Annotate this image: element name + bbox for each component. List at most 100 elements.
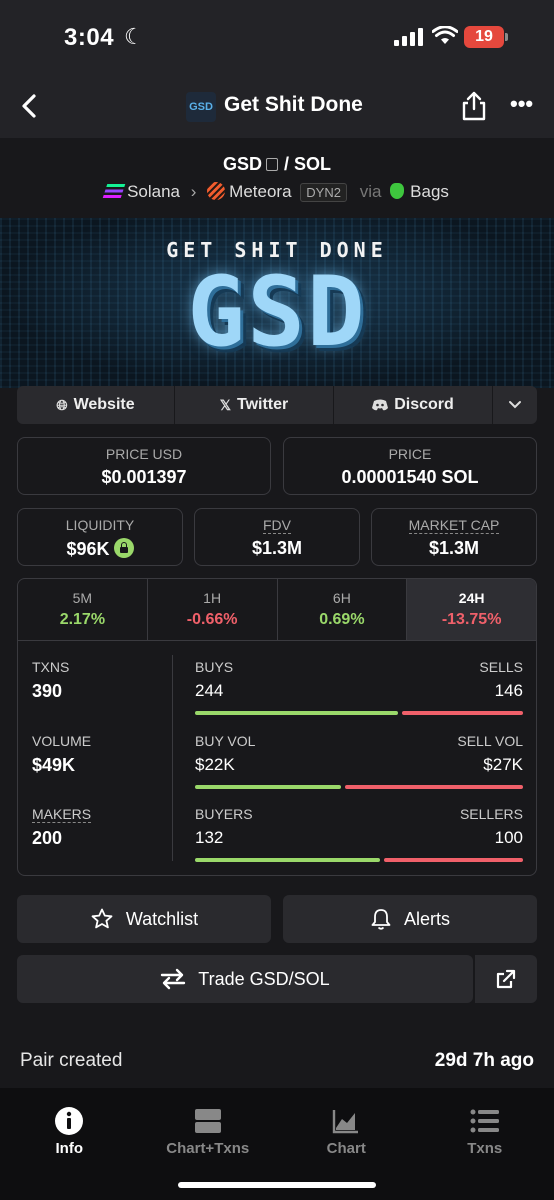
twitter-button[interactable]: 𝕏 Twitter [175,386,334,424]
makers-label[interactable]: MAKERS [32,806,92,823]
timeframe-change: -0.66% [186,611,238,628]
timeframe-label: 1H [203,590,222,606]
website-label: Website [73,396,135,413]
more-options-button[interactable]: ••• [510,90,538,122]
tab-5m[interactable]: 5M 2.17% [18,579,148,640]
timeframe-change: 0.69% [319,611,365,628]
pair-title: GSD / SOL [0,154,554,175]
market-cap-card: MARKET CAP $1.3M [371,508,537,566]
more-links-button[interactable] [493,386,537,424]
tab-chart-txns-label: Chart+Txns [166,1140,250,1157]
lock-icon[interactable] [113,538,134,558]
pair-created-row: Pair created 29d 7h ago [20,1050,534,1072]
bell-icon [371,909,391,930]
top-nav: GSD Get Shit Done ••• [0,76,554,138]
chevron-down-icon [509,401,521,409]
fdv-card: FDV $1.3M [194,508,360,566]
moon-icon: ☾ [124,24,144,49]
price-usd-label: PRICE USD [105,446,183,462]
status-bar: 3:04 ☾ 19 [0,0,554,76]
meteora-icon [207,182,226,200]
watchlist-button[interactable]: Watchlist [17,895,271,943]
base-symbol: GSD [222,154,262,174]
sellers-label: SELLERS [459,806,523,822]
x-icon: 𝕏 [219,396,231,413]
fdv-label[interactable]: FDV [263,517,291,534]
market-cap-label[interactable]: MARKET CAP [408,517,500,534]
timeframe-label: 24H [458,590,485,606]
pair-separator: / [283,154,289,174]
sell-vol-bar [345,785,523,789]
buys-sells-split: BUYS SELLS 244 146 [195,659,523,719]
website-button[interactable]: 🌐︎ Website [17,386,175,424]
alerts-button[interactable]: Alerts [283,895,537,943]
txns-stat: TXNS 390 [32,659,152,702]
discord-icon [372,399,389,411]
buyers-label: BUYERS [195,806,253,822]
txns-label: TXNS [32,659,70,675]
bags-icon [390,183,405,199]
makers-stat: MAKERS 200 [32,806,152,849]
external-trade-button[interactable] [473,955,537,1003]
tab-info-label: Info [55,1140,84,1157]
timeframe-label: 6H [332,590,351,606]
fdv-value: $1.3M [251,538,303,558]
buys-bar [195,711,398,715]
timeframe-label: 5M [72,590,93,606]
alerts-label: Alerts [403,908,450,929]
buys-value: 244 [195,681,224,700]
stats-panel: 5M 2.17% 1H -0.66% 6H 0.69% 24H -13.75% … [17,578,537,876]
volume-value: $49K [32,755,76,775]
signal-icon [394,28,424,46]
tab-1h[interactable]: 1H -0.66% [148,579,278,640]
price-usd-card: PRICE USD $0.001397 [17,437,271,495]
sells-bar [402,711,523,715]
sells-value: 146 [494,681,523,700]
dex-version-badge: DYN2 [300,183,347,202]
timeframe-change: -13.75% [441,611,502,628]
status-time: 3:04 [64,24,115,51]
chart-icon [333,1110,359,1134]
via-label: via [359,182,382,201]
quote-symbol: SOL [294,154,332,174]
tab-txns-label: Txns [467,1140,503,1157]
tab-info[interactable]: Info [0,1088,139,1200]
token-logo: GSD [186,92,216,122]
buyers-value: 132 [195,828,224,847]
buyers-bar [195,858,380,862]
volume-label: VOLUME [32,733,92,749]
globe-icon: 🌐︎ [56,396,68,413]
battery-icon: 19 [464,26,508,48]
tab-6h[interactable]: 6H 0.69% [278,579,408,640]
star-icon [91,908,113,929]
tab-24h[interactable]: 24H -13.75% [407,579,536,640]
external-link-icon [496,969,516,989]
stats-divider [172,655,173,861]
pair-route: Solana › Meteora DYN2 via Bags [0,182,554,202]
launchpad-link[interactable]: Bags [410,182,449,201]
page-title: Get Shit Done [224,93,363,116]
bottom-tab-bar: Info Chart+Txns Chart Txns [0,1088,554,1200]
price-native-label: PRICE [388,446,432,462]
share-button[interactable] [460,90,488,122]
tab-txns[interactable]: Txns [416,1088,554,1200]
sellers-value: 100 [494,828,523,847]
home-indicator [178,1182,376,1188]
timeframe-tabs: 5M 2.17% 1H -0.66% 6H 0.69% 24H -13.75% [18,579,536,641]
discord-label: Discord [394,396,454,413]
wifi-icon [432,26,458,44]
chain-link[interactable]: Solana [127,182,180,201]
volume-stat: VOLUME $49K [32,733,152,776]
pair-header: GSD / SOL Solana › Meteora DYN2 via Bags [0,138,554,218]
copy-icon[interactable] [265,158,278,171]
pair-created-value: 29d 7h ago [434,1050,534,1071]
liquidity-value: $96K [66,539,110,559]
sell-vol-value: $27K [483,755,523,774]
trade-button[interactable]: Trade GSD/SOL [17,955,473,1003]
dex-link[interactable]: Meteora [229,182,291,201]
token-banner: GET SHIT DONE GSD [0,218,554,388]
discord-button[interactable]: Discord [334,386,493,424]
tab-chart-label: Chart [326,1140,366,1157]
price-native-value: 0.00001540 SOL [341,467,479,487]
back-button[interactable] [14,90,46,122]
